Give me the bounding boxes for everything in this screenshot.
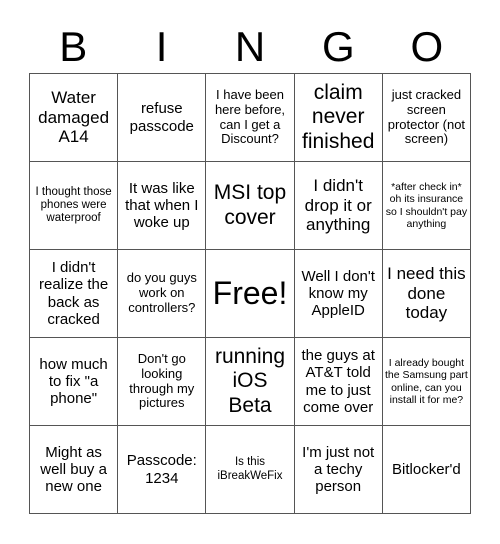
header-letter-g: G <box>322 23 355 70</box>
header-letter-b: B <box>59 23 88 70</box>
bingo-cell-text: Water damaged A14 <box>38 88 110 147</box>
bingo-cell[interactable]: Might as well buy a new one <box>30 426 119 514</box>
bingo-cell-text: Don't go looking through my pictures <box>129 350 195 411</box>
bingo-cell[interactable]: do you guys work on controllers? <box>118 250 207 338</box>
header-letter-o: O <box>410 23 444 70</box>
bingo-cell-text: *after check in* oh its insurance so I s… <box>385 181 468 230</box>
bingo-cell-text: Bitlocker'd <box>392 460 461 478</box>
bingo-cell[interactable]: Is this iBreakWeFix <box>206 426 295 514</box>
bingo-cell[interactable]: I already bought the Samsung part online… <box>382 338 471 426</box>
bingo-cell[interactable]: Water damaged A14 <box>30 74 119 162</box>
bingo-cell[interactable]: MSI top cover <box>206 162 295 250</box>
bingo-cell-text: I need this done today <box>387 264 466 323</box>
bingo-cell-text: just cracked screen protector (not scree… <box>387 86 466 147</box>
bingo-cell-text: I didn't drop it or anything <box>304 176 372 235</box>
bingo-cell[interactable]: I didn't realize the back as cracked <box>30 250 119 338</box>
bingo-cell-text: I didn't realize the back as cracked <box>38 259 109 328</box>
bingo-cell[interactable]: refuse passcode <box>118 74 207 162</box>
bingo-cell-text: claim never finished <box>302 81 375 153</box>
bingo-cell-text: I thought those phones were waterproof <box>35 185 112 225</box>
bingo-grid: Water damaged A14 refuse passcode I have b… <box>29 73 471 514</box>
bingo-cell-text: Well I don't know my AppleID <box>301 267 375 320</box>
bingo-cell[interactable]: Bitlocker'd <box>382 426 471 514</box>
bingo-cell-text: Might as well buy a new one <box>40 443 107 496</box>
bingo-cell-text: Passcode: 1234 <box>126 452 197 487</box>
bingo-cell[interactable]: claim never finished <box>294 74 383 162</box>
bingo-cell[interactable]: the guys at AT&T told me to just come ov… <box>294 338 383 426</box>
header-letter-i: I <box>155 23 168 70</box>
bingo-cell[interactable]: I have been here before, can I get a Dis… <box>206 74 295 162</box>
bingo-cell-text: Free! <box>212 275 288 312</box>
bingo-cell[interactable]: I'm just not a techy person <box>294 426 383 514</box>
bingo-cell-text: running iOS Beta <box>214 345 286 417</box>
bingo-cell[interactable]: how much to fix "a phone" <box>30 338 119 426</box>
bingo-cell[interactable]: just cracked screen protector (not scree… <box>382 74 471 162</box>
bingo-cell[interactable]: It was like that when I woke up <box>118 162 207 250</box>
bingo-cell[interactable]: I didn't drop it or anything <box>294 162 383 250</box>
bingo-cell-text: how much to fix "a phone" <box>39 355 108 408</box>
bingo-cell-text: It was like that when I woke up <box>125 179 199 232</box>
bingo-cell[interactable]: Well I don't know my AppleID <box>294 250 383 338</box>
bingo-cell-text: I already bought the Samsung part online… <box>384 357 468 406</box>
bingo-cell-text: Is this iBreakWeFix <box>217 456 283 482</box>
free-space-cell[interactable]: Free! <box>206 250 295 338</box>
bingo-cell-text: the guys at AT&T told me to just come ov… <box>301 347 375 416</box>
bingo-cell[interactable]: Don't go looking through my pictures <box>118 338 207 426</box>
bingo-cell-text: refuse passcode <box>129 100 194 135</box>
bingo-cell-text: I have been here before, can I get a Dis… <box>214 86 286 147</box>
bingo-cell-text: I'm just not a techy person <box>302 443 375 496</box>
bingo-cell-text: MSI top cover <box>213 181 287 229</box>
bingo-cell[interactable]: I thought those phones were waterproof <box>30 162 119 250</box>
bingo-header: B I N G O <box>29 22 471 72</box>
bingo-cell[interactable]: *after check in* oh its insurance so I s… <box>382 162 471 250</box>
bingo-cell-text: do you guys work on controllers? <box>126 270 197 315</box>
bingo-cell[interactable]: Passcode: 1234 <box>118 426 207 514</box>
bingo-cell[interactable]: I need this done today <box>382 250 471 338</box>
bingo-cell[interactable]: running iOS Beta <box>206 338 295 426</box>
header-letter-n: N <box>234 23 266 70</box>
